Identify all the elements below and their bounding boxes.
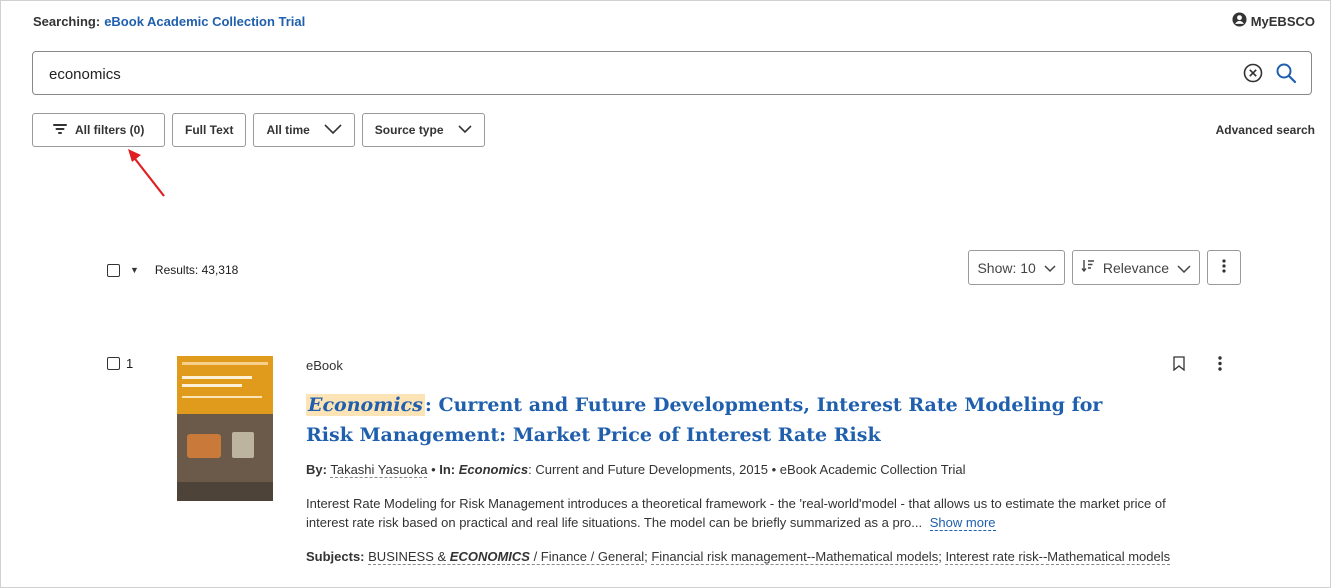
all-filters-button[interactable]: All filters (0): [32, 113, 165, 147]
show-per-page-dropdown[interactable]: Show: 10: [968, 250, 1065, 285]
search-input[interactable]: [47, 62, 1231, 86]
subject-link[interactable]: BUSINESS & ECONOMICS / Finance / General: [368, 549, 645, 565]
user-icon: [1232, 12, 1247, 30]
bookmark-icon[interactable]: [1173, 356, 1185, 374]
select-all-checkbox[interactable]: [107, 263, 120, 277]
all-filters-label: All filters (0): [75, 123, 145, 137]
sort-label: Relevance: [1102, 259, 1169, 276]
chevron-down-icon: [1044, 260, 1056, 276]
filter-bar: All filters (0) Full Text All time Sourc…: [32, 113, 485, 147]
more-options-button[interactable]: [1207, 250, 1241, 285]
show-more-link[interactable]: Show more: [929, 515, 996, 531]
subject-link[interactable]: Interest rate risk--Mathematical models: [945, 549, 1171, 565]
results-bar: ▼ Results: 43,318: [107, 263, 238, 277]
searching-indicator: Searching: eBook Academic Collection Tria…: [33, 14, 305, 29]
filter-icon: [53, 123, 67, 138]
sort-icon: [1081, 259, 1095, 276]
chevron-down-icon: [324, 123, 342, 137]
result-number: 1: [126, 356, 134, 371]
show-label: Show: 10: [977, 259, 1036, 276]
kebab-icon: [1222, 259, 1226, 276]
source-text: : Current and Future Developments, 2015 …: [528, 462, 966, 477]
myebsco-label: MyEBSCO: [1250, 13, 1315, 29]
by-label: By:: [306, 462, 327, 477]
subject-link[interactable]: Financial risk management--Mathematical …: [651, 549, 939, 565]
all-time-label: All time: [266, 123, 310, 137]
source-type-dropdown[interactable]: Source type: [361, 113, 485, 147]
result-checkbox[interactable]: [107, 357, 120, 370]
title-highlight: Economics: [306, 394, 425, 416]
database-link[interactable]: eBook Academic Collection Trial: [104, 14, 305, 29]
item-more-icon[interactable]: [1218, 356, 1222, 374]
annotation-arrow: [120, 145, 170, 203]
results-controls: Show: 10 Relevance: [968, 250, 1241, 285]
title-text: : Current and Future Developments, Inter…: [306, 394, 1103, 446]
search-box: [32, 51, 1312, 95]
result-select: 1: [107, 356, 133, 371]
all-time-dropdown[interactable]: All time: [253, 113, 355, 147]
abstract: Interest Rate Modeling for Risk Manageme…: [306, 494, 1186, 532]
author-link[interactable]: Takashi Yasuoka: [330, 462, 428, 478]
caret-down-icon[interactable]: ▼: [130, 265, 139, 275]
source-highlight: Economics: [458, 462, 529, 477]
subjects: Subjects: BUSINESS & ECONOMICS / Finance…: [306, 549, 1171, 565]
advanced-search-link[interactable]: Advanced search: [1216, 123, 1315, 137]
byline: By: Takashi Yasuoka • In: Economics: Cur…: [306, 462, 966, 478]
full-text-button[interactable]: Full Text: [172, 113, 247, 147]
myebsco-link[interactable]: MyEBSCO: [1232, 12, 1315, 30]
full-text-label: Full Text: [185, 123, 234, 137]
source-type-label: Source type: [374, 123, 444, 137]
clear-search-icon[interactable]: [1243, 63, 1263, 83]
abstract-text: Interest Rate Modeling for Risk Manageme…: [306, 496, 1166, 530]
sort-dropdown[interactable]: Relevance: [1071, 250, 1200, 285]
result-title-link[interactable]: Economics: Current and Future Developmen…: [306, 390, 1146, 450]
searching-label: Searching:: [33, 14, 101, 29]
publication-type: eBook: [306, 358, 343, 373]
search-icon[interactable]: [1275, 62, 1297, 84]
subjects-label: Subjects:: [306, 549, 365, 564]
chevron-down-icon: [1177, 260, 1191, 276]
results-count: Results: 43,318: [154, 263, 239, 277]
book-cover-image[interactable]: [177, 356, 273, 501]
in-label: In:: [439, 462, 456, 477]
chevron-down-icon: [457, 123, 472, 137]
